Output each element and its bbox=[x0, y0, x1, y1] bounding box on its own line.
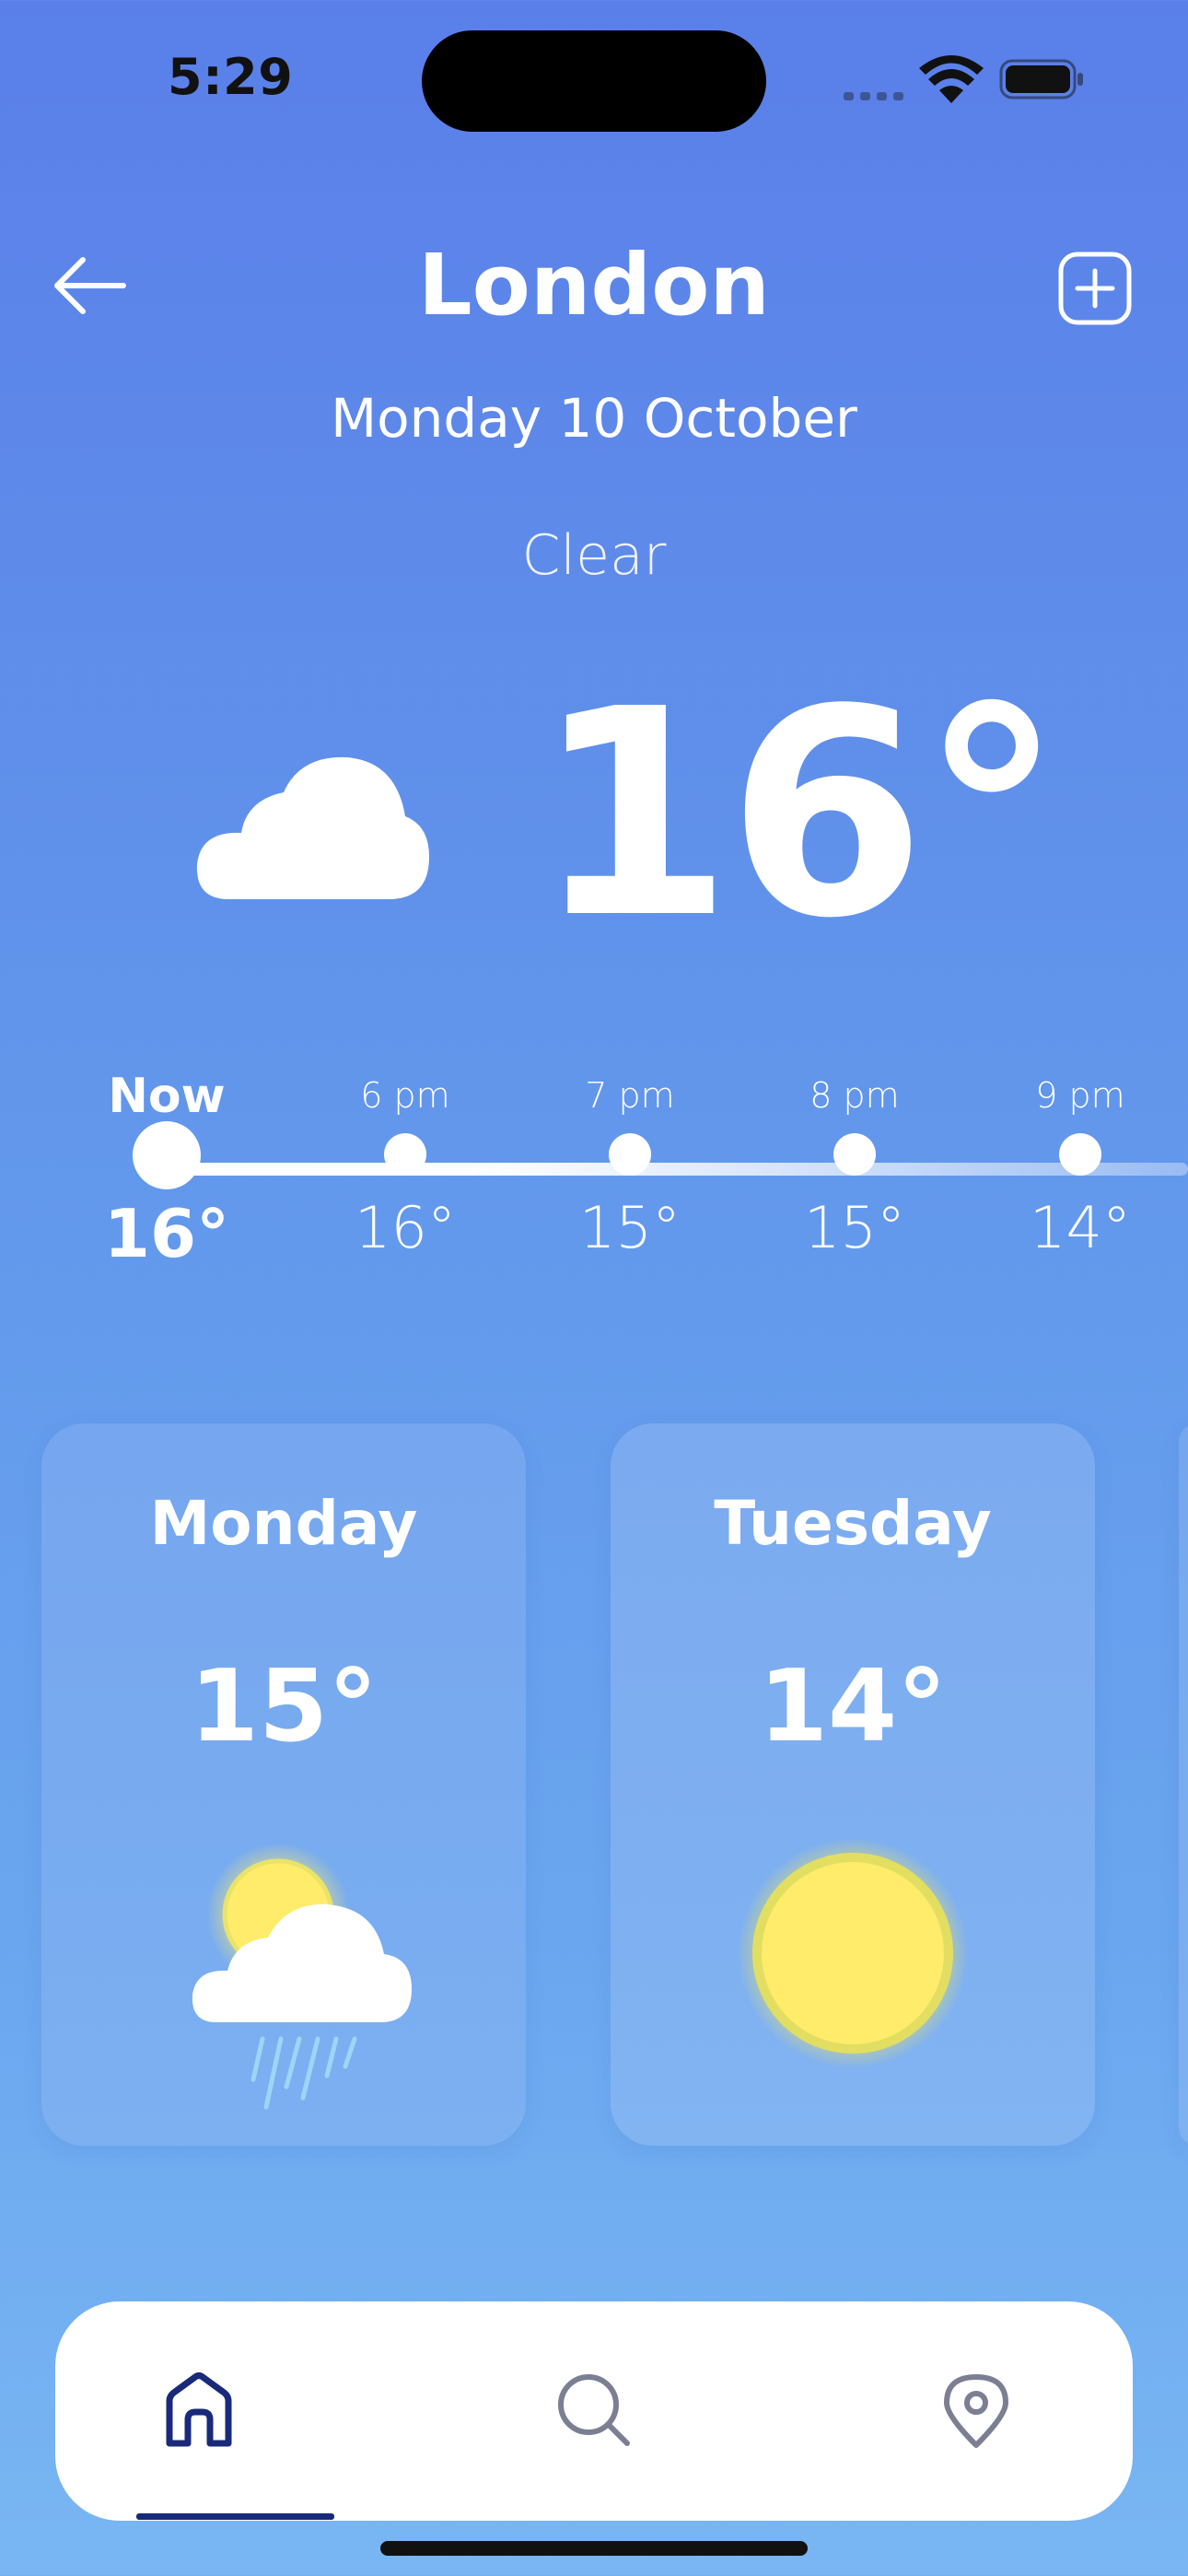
hourly-item[interactable]: 8 pm 15° bbox=[763, 1071, 947, 1261]
date-label: Monday 10 October bbox=[331, 387, 857, 450]
bottom-nav bbox=[55, 2301, 1133, 2521]
hour-dot bbox=[1059, 1133, 1101, 1176]
hour-temp: 16° bbox=[355, 1194, 456, 1261]
status-time: 5:29 bbox=[168, 48, 294, 106]
day-temp: 15° bbox=[189, 1649, 379, 1764]
location-pin-icon bbox=[944, 2374, 1008, 2448]
day-name: Tuesday bbox=[714, 1488, 992, 1559]
nav-search-button[interactable] bbox=[502, 2318, 686, 2502]
cloud-icon bbox=[196, 756, 429, 899]
day-name: Monday bbox=[149, 1488, 418, 1559]
weather-condition: Clear bbox=[521, 523, 667, 588]
current-temperature: 16° bbox=[534, 649, 1063, 981]
hour-temp: 14° bbox=[1030, 1194, 1131, 1261]
hour-label: 8 pm bbox=[809, 1075, 900, 1116]
nav-active-indicator bbox=[136, 2513, 334, 2520]
search-icon bbox=[558, 2374, 630, 2446]
add-city-icon[interactable] bbox=[1057, 251, 1133, 326]
hour-dot bbox=[609, 1133, 651, 1176]
battery-icon bbox=[999, 59, 1083, 100]
hourly-item[interactable]: 7 pm 15° bbox=[538, 1071, 722, 1261]
home-indicator[interactable] bbox=[380, 2541, 808, 2556]
hour-label: 9 pm bbox=[1035, 1075, 1125, 1116]
wifi-icon bbox=[919, 55, 984, 103]
dynamic-island bbox=[422, 30, 766, 132]
hour-dot bbox=[833, 1133, 876, 1176]
sun-cloud-rain-icon bbox=[192, 1843, 412, 2110]
cellular-signal-icon bbox=[844, 87, 910, 104]
hour-dot bbox=[384, 1133, 426, 1176]
hourly-item[interactable]: Now 16° bbox=[75, 1071, 259, 1272]
hour-label: Now bbox=[108, 1069, 226, 1124]
hourly-item[interactable]: 6 pm 16° bbox=[313, 1071, 497, 1261]
sun-icon bbox=[738, 1838, 968, 2068]
hour-dot bbox=[133, 1121, 201, 1189]
hour-label: 7 pm bbox=[585, 1075, 675, 1116]
hour-label: 6 pm bbox=[360, 1075, 450, 1116]
city-title: London bbox=[418, 236, 770, 334]
day-card-monday[interactable]: Monday 15° bbox=[41, 1423, 526, 2146]
day-card-tuesday[interactable]: Tuesday 14° bbox=[611, 1423, 1095, 2146]
day-card-next[interactable] bbox=[1179, 1423, 1188, 2146]
hour-temp: 15° bbox=[579, 1194, 681, 1261]
hour-temp: 15° bbox=[804, 1194, 905, 1261]
day-temp: 14° bbox=[758, 1649, 948, 1764]
nav-location-button[interactable] bbox=[884, 2318, 1068, 2502]
hour-temp: 16° bbox=[103, 1195, 230, 1272]
home-icon bbox=[166, 2372, 232, 2447]
nav-home-button[interactable] bbox=[107, 2318, 291, 2502]
hourly-item[interactable]: 9 pm 14° bbox=[988, 1071, 1172, 1261]
